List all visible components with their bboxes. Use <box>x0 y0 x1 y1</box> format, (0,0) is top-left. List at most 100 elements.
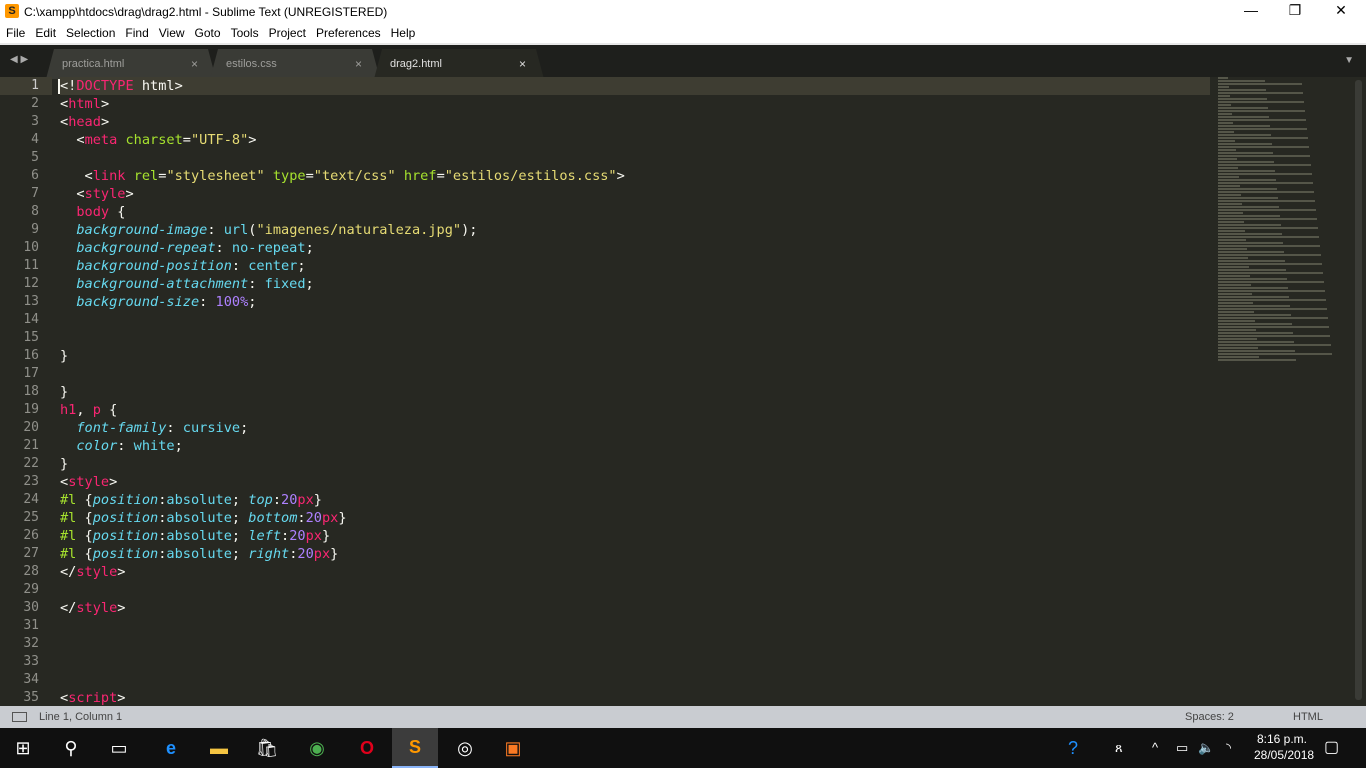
code-line: #l {position:absolute; bottom:20px} <box>60 509 1210 527</box>
xampp-icon[interactable]: ▣ <box>490 728 536 768</box>
tab-estilos[interactable]: estilos.css × <box>210 49 380 79</box>
code-token: ; <box>297 258 306 274</box>
people-icon[interactable]: ጸ <box>1115 728 1123 768</box>
menu-edit[interactable]: Edit <box>35 23 56 43</box>
menu-help[interactable]: Help <box>391 23 416 43</box>
code-token: script <box>68 690 118 706</box>
menu-project[interactable]: Project <box>269 23 306 43</box>
code-token: background-position <box>76 258 232 274</box>
code-token: h1 <box>60 402 77 418</box>
code-token: 20 <box>305 510 322 526</box>
code-token: #l <box>60 528 77 544</box>
minimap[interactable] <box>1218 77 1350 367</box>
indentation-setting[interactable]: Spaces: 2 <box>1185 706 1234 728</box>
battery-icon[interactable]: ▭ <box>1176 728 1188 768</box>
code-editor[interactable]: <!DOCTYPE html> <html> <head> <meta charse… <box>60 77 1210 706</box>
code-token: #l <box>60 510 77 526</box>
menu-view[interactable]: View <box>159 23 185 43</box>
help-alert-icon[interactable]: ? <box>1068 728 1078 768</box>
close-tab-icon[interactable]: × <box>355 49 362 79</box>
code-token: html <box>68 96 101 112</box>
media-app-icon[interactable]: ◎ <box>442 728 488 768</box>
code-token: left <box>248 528 282 544</box>
code-line: #l {position:absolute; right:20px} <box>60 545 1210 563</box>
tab-drag2[interactable]: drag2.html × <box>374 49 544 79</box>
start-icon[interactable]: ⊞ <box>0 728 46 768</box>
search-icon[interactable]: ⚲ <box>48 728 94 768</box>
tab-bar: ◀ ▶ practica.html × estilos.css × drag2.ht… <box>0 43 1366 77</box>
minimize-button[interactable]: — <box>1228 2 1274 18</box>
code-token: position <box>92 510 159 526</box>
code-token: : <box>281 528 290 544</box>
menu-goto[interactable]: Goto <box>195 23 221 43</box>
code-token: ; <box>231 492 249 508</box>
opera-icon[interactable]: O <box>344 728 390 768</box>
code-token: px <box>321 510 339 526</box>
code-token: : <box>207 222 224 238</box>
line-number: 31 <box>23 618 39 633</box>
code-line: } <box>60 347 1210 365</box>
console-toggle-icon[interactable] <box>12 712 27 722</box>
code-token: link <box>92 168 126 184</box>
file-explorer-icon[interactable]: ▬ <box>196 728 242 768</box>
menu-file[interactable]: File <box>6 23 25 43</box>
syntax-setting[interactable]: HTML <box>1293 706 1323 728</box>
close-tab-icon[interactable]: × <box>519 49 526 79</box>
code-token: html> <box>133 78 183 94</box>
line-number: 3 <box>31 114 39 129</box>
code-line: background-size: 100%; <box>60 293 1210 311</box>
time: 8:16 p.m. <box>1256 732 1308 746</box>
line-number: 9 <box>31 222 39 237</box>
vertical-scrollbar[interactable] <box>1355 80 1362 700</box>
code-token: ); <box>461 222 478 238</box>
sublime-text-icon[interactable]: S <box>392 728 438 768</box>
code-line: <!DOCTYPE html> <box>60 77 1210 95</box>
line-number: 26 <box>23 528 39 543</box>
maximize-button[interactable]: ❐ <box>1272 2 1318 19</box>
close-tab-icon[interactable]: × <box>191 49 198 79</box>
show-hidden-icons-icon[interactable]: ^ <box>1152 728 1158 768</box>
menu-tools[interactable]: Tools <box>231 23 259 43</box>
tab-practica[interactable]: practica.html × <box>46 49 216 79</box>
line-number: 19 <box>23 402 39 417</box>
code-token: > <box>100 96 110 112</box>
code-token: absolute <box>166 528 232 544</box>
code-token: url <box>223 222 249 238</box>
chrome-icon[interactable]: ◉ <box>294 728 340 768</box>
code-token: : <box>166 420 183 436</box>
task-view-icon[interactable]: ▭ <box>96 728 142 768</box>
code-token: < <box>60 474 69 490</box>
tab-nav-arrows-icon[interactable]: ◀ ▶ <box>10 54 28 65</box>
edge-icon[interactable]: e <box>148 728 194 768</box>
code-line: background-image: url("imagenes/naturale… <box>60 221 1210 239</box>
menu-selection[interactable]: Selection <box>66 23 115 43</box>
action-center-icon[interactable]: ▢ <box>1324 728 1339 768</box>
menu-preferences[interactable]: Preferences <box>316 23 381 43</box>
code-token: background-repeat <box>76 240 216 256</box>
clock[interactable]: 8:16 p.m. 28/05/2018 <box>1254 731 1314 763</box>
close-button[interactable]: ✕ <box>1318 2 1364 19</box>
wifi-icon[interactable]: ◝ <box>1226 728 1231 768</box>
store-icon[interactable]: 🛍 <box>244 728 290 768</box>
code-token: < <box>60 186 85 202</box>
code-token: #l <box>60 492 77 508</box>
tab-menu-icon[interactable]: ▼ <box>1344 55 1354 66</box>
menu-find[interactable]: Find <box>125 23 148 43</box>
code-token: DOCTYPE <box>76 78 134 94</box>
code-token: > <box>125 186 134 202</box>
line-number: 12 <box>23 276 39 291</box>
code-line: } <box>60 383 1210 401</box>
line-number: 4 <box>31 132 39 147</box>
volume-icon[interactable]: 🔈 <box>1198 728 1214 768</box>
code-line: <link rel="stylesheet" type="text/css" h… <box>60 167 1210 185</box>
line-number: 23 <box>23 474 39 489</box>
line-number: 15 <box>23 330 39 345</box>
code-token: </ <box>60 600 77 616</box>
code-token: = <box>182 132 191 148</box>
title-bar: S C:\xampp\htdocs\drag\drag2.html - Subl… <box>0 0 1366 23</box>
code-token: center <box>248 258 298 274</box>
